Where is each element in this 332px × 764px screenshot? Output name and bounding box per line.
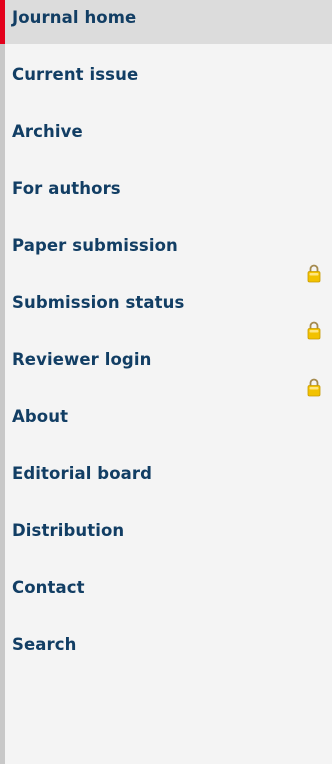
- nav-label-archive: Archive: [12, 122, 83, 141]
- active-indicator: [0, 0, 5, 44]
- nav-label-search: Search: [12, 635, 77, 654]
- nav-item-distribution[interactable]: Distribution: [5, 500, 332, 557]
- nav-item-for-authors[interactable]: For authors: [5, 158, 332, 215]
- nav-label-contact: Contact: [12, 578, 85, 597]
- nav-item-reviewer-login[interactable]: Reviewer login: [5, 321, 332, 386]
- nav-label-submission-status: Submission status: [12, 293, 185, 312]
- nav-item-editorial-board[interactable]: Editorial board: [5, 443, 332, 500]
- nav-item-journal-home[interactable]: Journal home: [0, 0, 332, 44]
- lock-icon: [307, 321, 321, 340]
- nav-label-about: About: [12, 407, 69, 426]
- nav-item-search[interactable]: Search: [5, 614, 332, 671]
- journal-sidebar-nav: Journal home Current issue Archive For a…: [0, 0, 332, 764]
- nav-label-editorial-board: Editorial board: [12, 464, 153, 483]
- nav-label-paper-submission: Paper submission: [12, 236, 178, 255]
- nav-list: Journal home Current issue Archive For a…: [0, 0, 332, 671]
- nav-item-current-issue[interactable]: Current issue: [5, 44, 332, 101]
- nav-label-journal-home: Journal home: [12, 8, 137, 27]
- nav-label-for-authors: For authors: [12, 179, 121, 198]
- nav-item-submission-status[interactable]: Submission status: [5, 264, 332, 329]
- lock-icon: [307, 378, 321, 397]
- nav-item-paper-submission[interactable]: Paper submission: [5, 215, 332, 272]
- lock-icon: [307, 264, 321, 283]
- nav-label-reviewer-login: Reviewer login: [12, 350, 152, 369]
- nav-label-distribution: Distribution: [12, 521, 125, 540]
- nav-item-contact[interactable]: Contact: [5, 557, 332, 614]
- nav-label-current-issue: Current issue: [12, 65, 139, 84]
- nav-item-about[interactable]: About: [5, 378, 332, 443]
- nav-item-archive[interactable]: Archive: [5, 101, 332, 158]
